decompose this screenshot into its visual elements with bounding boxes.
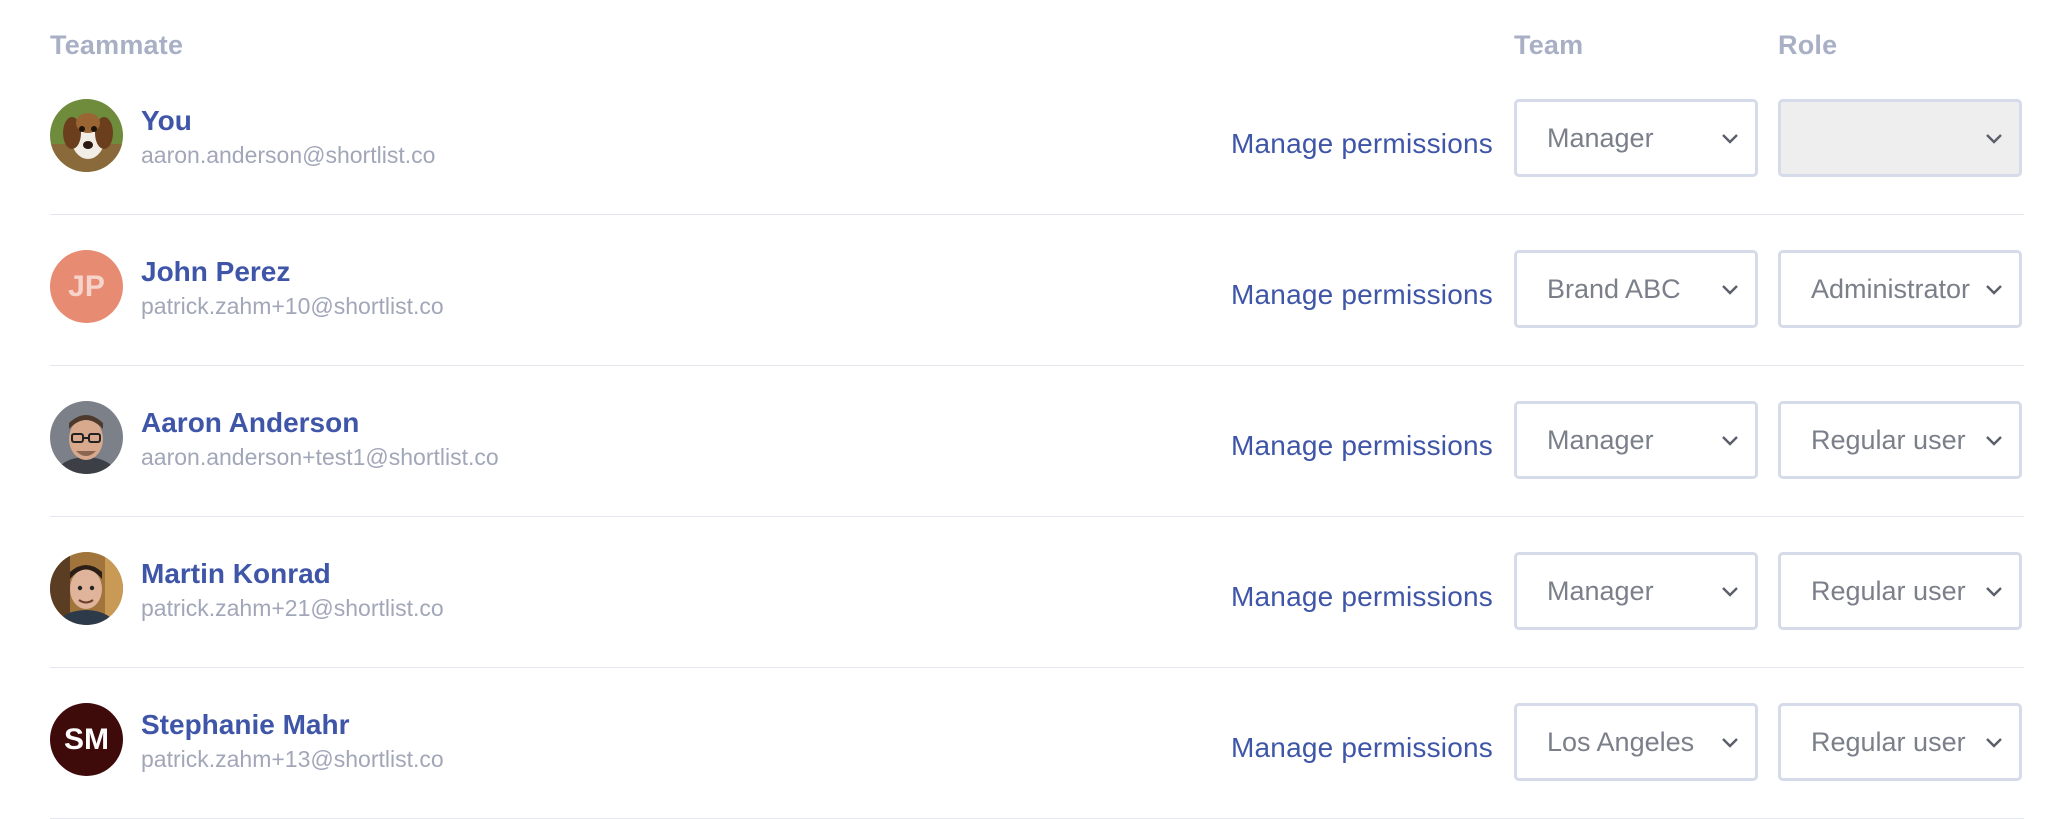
manage-permissions-link[interactable]: Manage permissions [1231,128,1493,160]
teammate-name[interactable]: Stephanie Mahr [141,709,349,741]
team-select[interactable]: Manager [1514,552,1758,630]
avatar [50,401,123,474]
role-select[interactable]: Regular user [1778,552,2022,630]
avatar-initials: SM [64,722,109,756]
chevron-down-icon [1986,285,2002,295]
team-select[interactable]: Los Angeles [1514,703,1758,781]
team-select[interactable]: Brand ABC [1514,250,1758,328]
table-row: Aaron Anderson aaron.anderson+test1@shor… [50,366,2024,517]
table-row: You aaron.anderson@shortlist.co Manage p… [50,65,2024,215]
chevron-down-icon [1986,436,2002,446]
chevron-down-icon [1722,285,1738,295]
role-select[interactable]: Administrator [1778,250,2022,328]
teammate-name[interactable]: Aaron Anderson [141,407,359,439]
role-select[interactable]: Regular user [1778,703,2022,781]
chevron-down-icon [1986,587,2002,597]
team-select[interactable]: Manager [1514,401,1758,479]
team-select-value: Los Angeles [1547,726,1695,757]
man-photo-icon [50,552,123,625]
chevron-down-icon [1986,738,2002,748]
avatar [50,552,123,625]
manage-permissions-link[interactable]: Manage permissions [1231,279,1493,311]
teammate-email: aaron.anderson@shortlist.co [141,142,436,168]
role-select[interactable]: Regular user [1778,401,2022,479]
chevron-down-icon [1986,134,2002,144]
table-row: JP John Perez patrick.zahm+10@shortlist.… [50,215,2024,366]
team-select-value: Brand ABC [1547,273,1681,304]
manage-permissions-link[interactable]: Manage permissions [1231,581,1493,613]
chevron-down-icon [1722,738,1738,748]
role-select-value: Regular user [1811,424,1966,455]
man-glasses-photo-icon [50,401,123,474]
column-header-team: Team [1514,30,1584,60]
manage-permissions-link[interactable]: Manage permissions [1231,430,1493,462]
avatar-initials: JP [68,269,105,303]
avatar: JP [50,250,123,323]
column-header-role: Role [1778,30,1838,60]
manage-permissions-link[interactable]: Manage permissions [1231,732,1493,764]
column-header-teammate: Teammate [50,30,184,60]
chevron-down-icon [1722,436,1738,446]
teammate-name[interactable]: You [141,105,192,137]
role-select[interactable] [1778,99,2022,177]
avatar [50,99,123,172]
teammate-email: patrick.zahm+13@shortlist.co [141,746,444,772]
table-row: SM Stephanie Mahr patrick.zahm+13@shortl… [50,668,2024,819]
teammate-name[interactable]: Martin Konrad [141,558,331,590]
team-select-value: Manager [1547,122,1654,153]
teammates-table: Teammate Team Role You aaron.anderson@sh… [0,0,2064,819]
team-select[interactable]: Manager [1514,99,1758,177]
team-select-value: Manager [1547,424,1654,455]
role-select-value: Regular user [1811,575,1966,606]
team-select-value: Manager [1547,575,1654,606]
teammate-email: patrick.zahm+10@shortlist.co [141,293,444,319]
table-row: Martin Konrad patrick.zahm+21@shortlist.… [50,517,2024,668]
role-select-value: Regular user [1811,726,1966,757]
avatar: SM [50,703,123,776]
teammate-email: patrick.zahm+21@shortlist.co [141,595,444,621]
role-select-value: Administrator [1811,273,1971,304]
chevron-down-icon [1722,587,1738,597]
teammate-name[interactable]: John Perez [141,256,290,288]
teammate-email: aaron.anderson+test1@shortlist.co [141,444,499,470]
chevron-down-icon [1722,134,1738,144]
dog-photo-icon [50,99,123,172]
